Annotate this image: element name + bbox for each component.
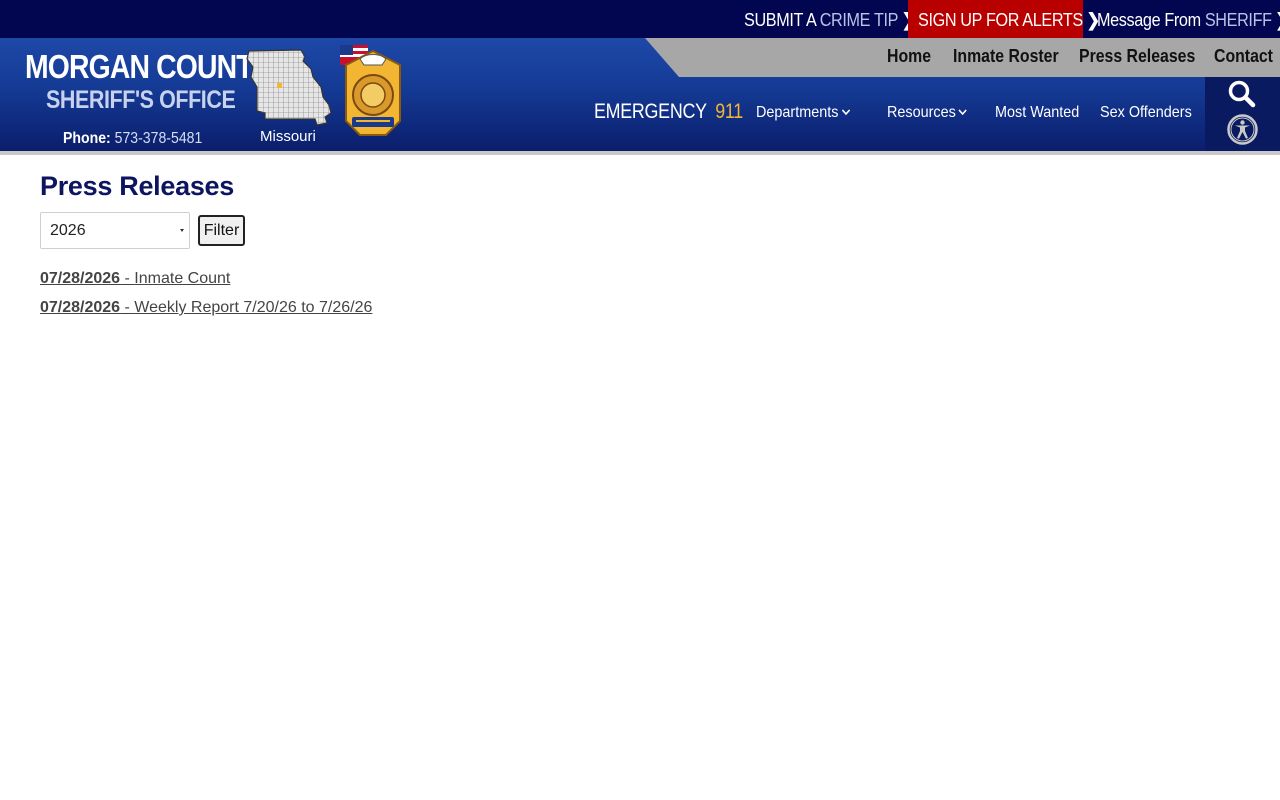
nav-resources-label: Resources [887, 104, 956, 121]
site-subtitle[interactable]: SHERIFF'S OFFICE [46, 86, 236, 115]
sheriff-badge-logo [340, 45, 401, 136]
nav-resources[interactable]: Resources [887, 104, 968, 122]
page-title: Press Releases [40, 171, 234, 201]
select-arrow-icon [180, 229, 184, 232]
emergency-banner: EMERGENCY 911 [594, 100, 743, 124]
chevron-right-icon: ❯ [1275, 0, 1280, 40]
nav-most-wanted[interactable]: Most Wanted [995, 104, 1079, 122]
year-select[interactable]: 2026 [40, 212, 190, 249]
submit-crime-tip-link[interactable]: SUBMIT A CRIME TIP❯ [744, 0, 915, 38]
nav-contact[interactable]: Contact [1214, 46, 1273, 67]
top-utility-bar: SUBMIT A CRIME TIP❯ SIGN UP FOR ALERTS❯ … [0, 0, 1280, 38]
emergency-label: EMERGENCY [594, 100, 707, 123]
message-from-sheriff-link[interactable]: Message From SHERIFF❯ [1097, 0, 1280, 38]
year-select-value: 2026 [50, 222, 86, 239]
release-title: Weekly Report 7/20/26 to 7/26/26 [134, 299, 373, 316]
phone-label: Phone: [63, 130, 111, 147]
nav-departments-label: Departments [756, 104, 839, 121]
sheriff-highlight: SHERIFF [1204, 10, 1272, 30]
accessibility-icon[interactable] [1227, 114, 1258, 145]
chevron-down-icon [958, 109, 968, 116]
emergency-number[interactable]: 911 [715, 100, 743, 123]
press-release-link[interactable]: 07/28/2026 - Inmate Count [40, 270, 230, 288]
alerts-label: SIGN UP FOR ALERTS [918, 10, 1083, 30]
nav-home[interactable]: Home [887, 46, 931, 67]
header-divider [0, 151, 1280, 155]
crime-tip-prefix: SUBMIT A [744, 10, 816, 30]
sheriff-prefix: Message From [1097, 10, 1201, 30]
state-label: Missouri [260, 128, 316, 145]
press-release-link[interactable]: 07/28/2026 - Weekly Report 7/20/26 to 7/… [40, 299, 372, 317]
nav-sex-offenders[interactable]: Sex Offenders [1100, 104, 1192, 122]
filter-button[interactable]: Filter [198, 215, 245, 246]
release-date: 07/28/2026 [40, 299, 121, 316]
release-date: 07/28/2026 [40, 270, 121, 287]
release-separator: - [120, 270, 135, 287]
release-separator: - [120, 299, 135, 316]
nav-inmate-roster[interactable]: Inmate Roster [953, 46, 1059, 67]
phone-number[interactable]: 573-378-5481 [115, 130, 203, 147]
nav-departments[interactable]: Departments [756, 104, 850, 122]
release-title: Inmate Count [134, 270, 231, 287]
sign-up-alerts-link[interactable]: SIGN UP FOR ALERTS ❯ [908, 0, 1100, 38]
missouri-map-icon [246, 49, 332, 126]
search-icon[interactable] [1228, 80, 1256, 108]
site-title[interactable]: MORGAN COUNTY [25, 48, 272, 86]
crime-tip-highlight: CRIME TIP [819, 10, 899, 30]
chevron-down-icon [841, 109, 850, 116]
nav-press-releases[interactable]: Press Releases [1079, 46, 1195, 67]
office-phone: Phone: 573-378-5481 [63, 130, 202, 148]
